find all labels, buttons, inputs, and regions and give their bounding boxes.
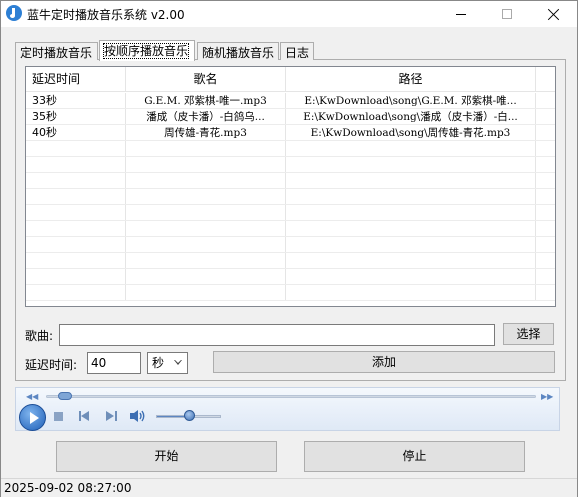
delay-label: 延迟时间:	[25, 358, 78, 372]
tab-label: 随机播放音乐	[202, 46, 275, 60]
cell-path: E:\KwDownload\song\G.E.M. 邓紫棋-唯...	[286, 93, 536, 108]
table-header: 延迟时间 歌名 路径	[26, 67, 555, 92]
empty-row	[26, 141, 555, 157]
add-button[interactable]: 添加	[213, 351, 555, 373]
next-track-icon[interactable]	[106, 411, 117, 421]
stop-button[interactable]: 停止	[304, 441, 525, 472]
media-player: ◀◀ ▶▶	[15, 387, 560, 431]
speaker-icon[interactable]	[129, 409, 147, 423]
empty-row	[26, 157, 555, 173]
minimize-icon	[456, 13, 466, 15]
tab-random-play[interactable]: 随机播放音乐	[197, 42, 279, 60]
column-header-filler	[536, 67, 555, 92]
cell-filler	[536, 125, 555, 140]
time-unit-value: 秒	[152, 356, 165, 370]
cell-song: G.E.M. 邓紫棋-唯一.mp3	[126, 93, 286, 108]
time-unit-select[interactable]: 秒	[147, 352, 188, 374]
maximize-icon	[502, 9, 512, 19]
tab-sequential-play[interactable]: 按顺序播放音乐	[99, 40, 195, 61]
tab-timed-play[interactable]: 定时播放音乐	[15, 42, 98, 60]
cell-path: E:\KwDownload\song\潘成（皮卡潘）-白...	[286, 109, 536, 124]
tab-label: 定时播放音乐	[20, 46, 93, 60]
table-row[interactable]: 33秒 G.E.M. 邓紫棋-唯一.mp3 E:\KwDownload\song…	[26, 93, 555, 109]
minimize-button[interactable]	[438, 1, 484, 27]
browse-button[interactable]: 选择	[503, 323, 554, 345]
empty-row	[26, 173, 555, 189]
empty-row	[26, 237, 555, 253]
stop-icon[interactable]	[54, 412, 63, 421]
table-body: 33秒 G.E.M. 邓紫棋-唯一.mp3 E:\KwDownload\song…	[26, 93, 555, 301]
main-window: 蓝牛定时播放音乐系统 v2.00 定时播放音乐 按顺序播放音乐 随机播放音乐 日…	[0, 0, 578, 497]
maximize-button[interactable]	[484, 1, 530, 27]
cell-path: E:\KwDownload\song\周传雄-青花.mp3	[286, 125, 536, 140]
song-label: 歌曲:	[25, 329, 54, 343]
column-header-path[interactable]: 路径	[286, 67, 536, 92]
cell-song: 潘成（皮卡潘）-白鸽乌...	[126, 109, 286, 124]
cell-delay: 35秒	[26, 109, 126, 124]
rewind-icon[interactable]: ◀◀	[26, 392, 38, 401]
start-button[interactable]: 开始	[56, 441, 277, 472]
column-header-song[interactable]: 歌名	[126, 67, 286, 92]
empty-row	[26, 253, 555, 269]
seek-thumb[interactable]	[57, 392, 72, 400]
cell-filler	[536, 109, 555, 124]
cell-delay: 33秒	[26, 93, 126, 108]
empty-row	[26, 205, 555, 221]
cell-delay: 40秒	[26, 125, 126, 140]
fast-forward-icon[interactable]: ▶▶	[541, 392, 553, 401]
tab-label: 按顺序播放音乐	[102, 43, 190, 59]
cell-filler	[536, 93, 555, 108]
seek-bar[interactable]	[46, 395, 536, 398]
empty-row	[26, 269, 555, 285]
close-icon	[548, 8, 560, 20]
cell-song: 周传雄-青花.mp3	[126, 125, 286, 140]
window-title: 蓝牛定时播放音乐系统 v2.00	[27, 8, 185, 22]
empty-row	[26, 221, 555, 237]
playlist-table[interactable]: 延迟时间 歌名 路径 33秒 G.E.M. 邓紫棋-唯一.mp3 E:\KwDo…	[25, 66, 556, 307]
table-row[interactable]: 40秒 周传雄-青花.mp3 E:\KwDownload\song\周传雄-青花…	[26, 125, 555, 141]
volume-thumb[interactable]	[183, 410, 195, 421]
status-bar: 2025-09-02 08:27:00	[1, 478, 577, 497]
previous-track-icon[interactable]	[79, 411, 90, 421]
play-icon[interactable]	[19, 404, 46, 431]
empty-row	[26, 285, 555, 301]
close-button[interactable]	[531, 1, 577, 27]
table-row[interactable]: 35秒 潘成（皮卡潘）-白鸽乌... E:\KwDownload\song\潘成…	[26, 109, 555, 125]
empty-row	[26, 189, 555, 205]
title-bar[interactable]: 蓝牛定时播放音乐系统 v2.00	[1, 1, 577, 27]
column-header-delay[interactable]: 延迟时间	[26, 67, 126, 92]
chevron-down-icon	[174, 360, 182, 365]
delay-input[interactable]: 40	[87, 352, 141, 374]
tab-log[interactable]: 日志	[280, 42, 314, 60]
tab-label: 日志	[285, 46, 310, 60]
music-note-icon	[6, 5, 22, 21]
song-path-input[interactable]	[59, 324, 495, 346]
